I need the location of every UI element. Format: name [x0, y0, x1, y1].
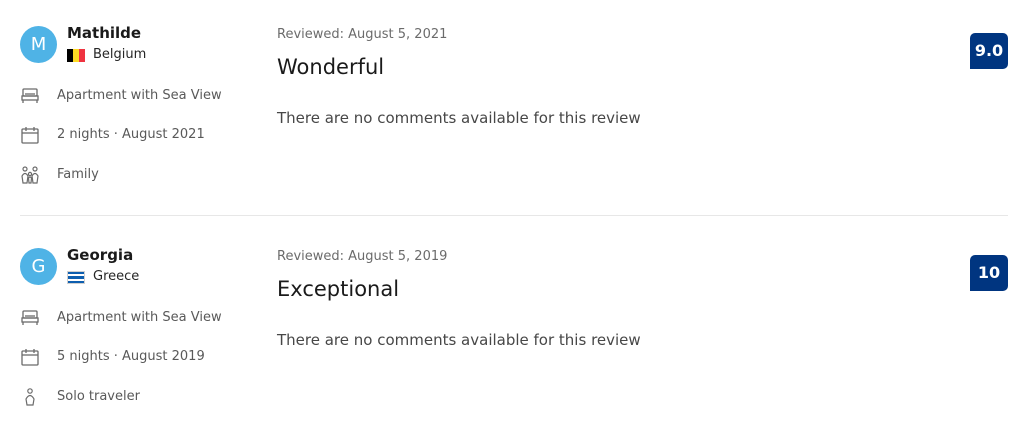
bed-icon [20, 308, 40, 328]
review-comment: There are no comments available for this… [277, 109, 641, 127]
review-card: G Georgia Greece Apartment with Sea View… [0, 222, 1024, 432]
avatar: G [20, 248, 57, 285]
stay-duration: 2 nights · August 2021 [57, 127, 205, 142]
bed-icon [20, 86, 40, 106]
reviewer-name: Georgia [67, 246, 134, 264]
review-title: Wonderful [277, 55, 385, 79]
traveler-type: Family [57, 167, 99, 182]
review-comment: There are no comments available for this… [277, 331, 641, 349]
family-icon [20, 165, 40, 185]
calendar-icon [20, 125, 40, 145]
greece-flag-icon [67, 271, 85, 284]
review-date: Reviewed: August 5, 2019 [277, 249, 448, 264]
reviewer-country: Belgium [93, 47, 147, 62]
review-score-badge: 10 [970, 255, 1008, 291]
reviewer-country: Greece [93, 269, 140, 284]
stay-duration: 5 nights · August 2019 [57, 349, 205, 364]
room-type: Apartment with Sea View [57, 310, 222, 325]
review-title: Exceptional [277, 277, 400, 301]
review-divider [20, 215, 1008, 216]
review-date: Reviewed: August 5, 2021 [277, 27, 448, 42]
review-score-badge: 9.0 [970, 33, 1008, 69]
calendar-icon [20, 347, 40, 367]
traveler-type: Solo traveler [57, 389, 140, 404]
belgium-flag-icon [67, 49, 85, 62]
reviewer-name: Mathilde [67, 24, 142, 42]
review-card: M Mathilde Belgium Apartment with Sea Vi… [0, 0, 1024, 210]
room-type: Apartment with Sea View [57, 88, 222, 103]
avatar: M [20, 26, 57, 63]
solo-traveler-icon [20, 387, 40, 407]
